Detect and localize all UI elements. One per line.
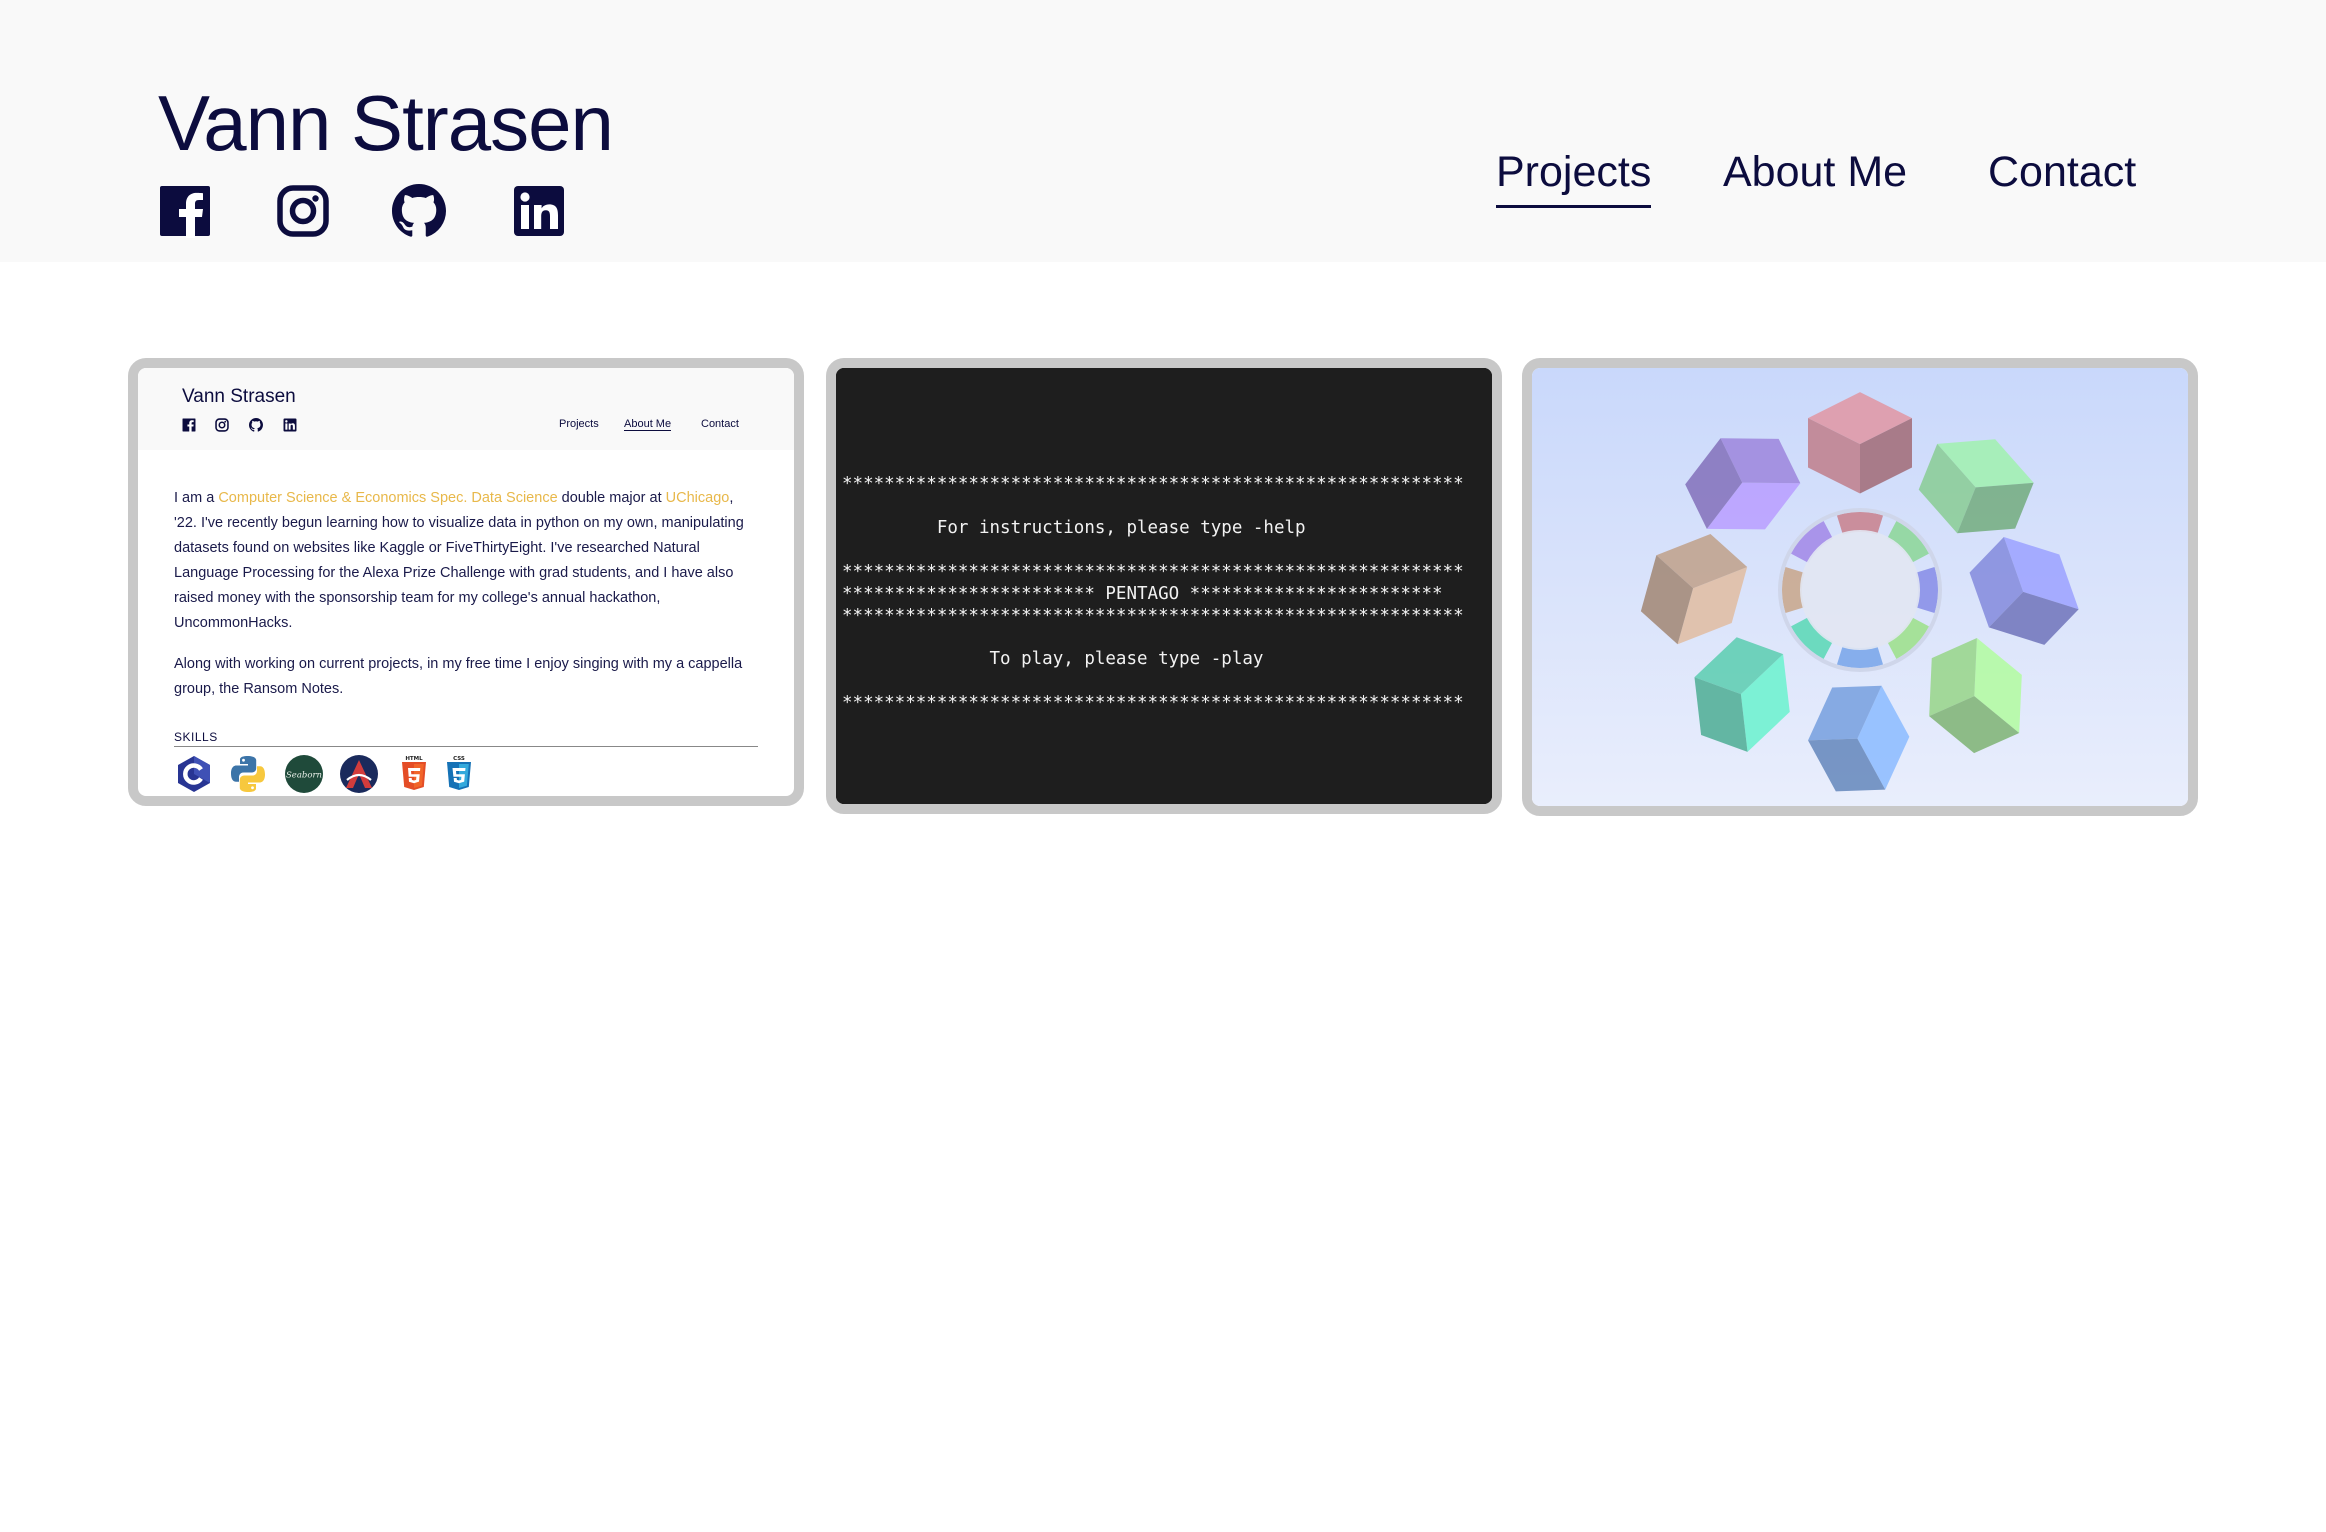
project-card-pentago[interactable]: ****************************************… <box>826 358 1502 814</box>
nav-about-me[interactable]: About Me <box>1723 142 1907 202</box>
terminal-stars-line: ****************************************… <box>842 606 1464 626</box>
preview-school-highlight: UChicago <box>665 490 730 506</box>
python-icon <box>228 754 268 794</box>
cube <box>1808 392 1912 494</box>
glass-sphere <box>1778 508 1942 672</box>
svg-text:CSS: CSS <box>453 756 465 762</box>
c-icon <box>174 754 214 794</box>
svg-text:HTML: HTML <box>405 756 423 762</box>
nav-projects[interactable]: Projects <box>1496 142 1652 208</box>
cube <box>1929 637 2022 754</box>
github-icon <box>249 418 263 432</box>
svg-text:Seaborn: Seaborn <box>286 771 322 781</box>
cube <box>1694 637 1790 752</box>
linkedin-icon[interactable] <box>512 184 566 238</box>
github-icon[interactable] <box>392 184 446 238</box>
nav-contact[interactable]: Contact <box>1988 142 2136 202</box>
site-title[interactable]: Vann Strasen <box>158 78 614 168</box>
preview-nav-about-me: About Me <box>624 418 672 431</box>
linkedin-icon <box>283 418 297 432</box>
css3-icon: CSS <box>439 754 479 794</box>
terminal-help-line: For instructions, please type -help <box>842 518 1306 538</box>
terminal-title-line: ************************ PENTAGO *******… <box>842 584 1443 604</box>
terminal-stars-line: ****************************************… <box>842 474 1464 494</box>
sphere-core <box>1800 530 1920 650</box>
terminal-stars-line: ****************************************… <box>842 693 1464 713</box>
preview-site-title: Vann Strasen <box>182 386 296 407</box>
preview-major-highlight: Computer Science & Economics Spec. Data … <box>218 490 558 506</box>
project-card-personal-website[interactable]: Vann Strasen Projects About Me Contact I… <box>128 358 804 806</box>
facebook-icon[interactable] <box>158 184 212 238</box>
project-card-3d-cubes[interactable] <box>1522 358 2198 816</box>
site-header: Vann Strasen Projects About Me Contact <box>0 0 2326 262</box>
cube-ring-render <box>1640 392 2079 792</box>
pentago-terminal: ****************************************… <box>836 368 1492 804</box>
preview-skills-divider <box>174 746 758 747</box>
cube <box>1918 439 2034 534</box>
arch-icon <box>339 754 379 794</box>
seaborn-icon: Seaborn <box>284 754 324 794</box>
terminal-play-line: To play, please type -play <box>842 649 1264 669</box>
instagram-icon <box>215 418 229 432</box>
cubes-scene <box>1532 368 2188 806</box>
preview-skills-heading: SKILLS <box>174 730 218 744</box>
preview-paragraph-intro: I am a Computer Science & Economics Spec… <box>174 490 744 631</box>
terminal-stars-line: ****************************************… <box>842 562 1464 582</box>
cube <box>1640 533 1748 645</box>
preview-paragraph-hobbies: Along with working on current projects, … <box>174 656 743 697</box>
cube <box>1808 685 1910 792</box>
cube <box>1685 438 1801 530</box>
html5-icon: HTML <box>394 754 434 794</box>
preview-nav-contact: Contact <box>701 418 739 430</box>
instagram-icon[interactable] <box>276 184 330 238</box>
preview-nav-projects: Projects <box>559 418 599 430</box>
facebook-icon <box>182 418 196 432</box>
preview-header: Vann Strasen Projects About Me Contact <box>138 368 794 450</box>
preview-about-text: I am a Computer Science & Economics Spec… <box>174 486 754 718</box>
